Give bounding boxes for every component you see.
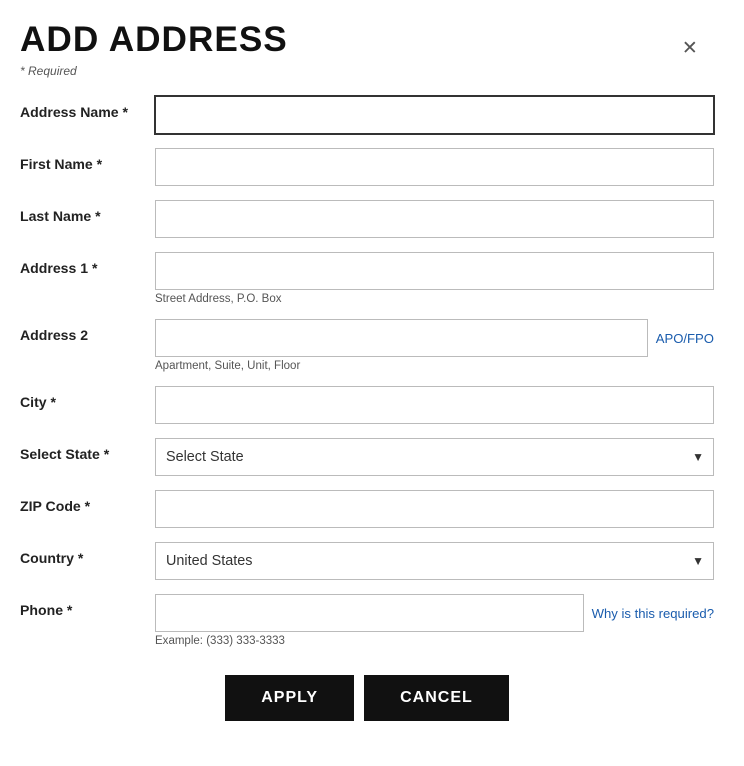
phone-label: Phone * [20,594,155,618]
cancel-button[interactable]: CANCEL [364,675,509,721]
phone-row: Phone * Why is this required? Example: (… [20,594,714,647]
state-field-wrap: Select State Alabama Alaska Arizona Cali… [155,438,714,476]
state-label: Select State * [20,438,155,462]
address2-row: Address 2 APO/FPO Apartment, Suite, Unit… [20,319,714,372]
last-name-field-wrap [155,200,714,238]
phone-input-row: Why is this required? [155,594,714,632]
last-name-row: Last Name * [20,200,714,238]
apo-fpo-link[interactable]: APO/FPO [656,331,714,346]
button-row: APPLY CANCEL [20,675,714,721]
phone-field-wrap: Why is this required? Example: (333) 333… [155,594,714,647]
page-title: ADD ADDRESS [20,20,714,60]
phone-hint: Example: (333) 333-3333 [155,635,714,647]
address2-field-wrap: APO/FPO Apartment, Suite, Unit, Floor [155,319,714,372]
close-icon[interactable]: ✕ [682,36,698,60]
address1-hint: Street Address, P.O. Box [155,293,714,305]
address1-row: Address 1 * Street Address, P.O. Box [20,252,714,305]
country-select[interactable]: United States Canada Mexico [155,542,714,580]
state-select-wrapper: Select State Alabama Alaska Arizona Cali… [155,438,714,476]
state-row: Select State * Select State Alabama Alas… [20,438,714,476]
required-note: * Required [20,64,714,78]
apply-button[interactable]: APPLY [225,675,354,721]
country-row: Country * United States Canada Mexico ▼ [20,542,714,580]
first-name-input[interactable] [155,148,714,186]
last-name-input[interactable] [155,200,714,238]
city-label: City * [20,386,155,410]
zip-label: ZIP Code * [20,490,155,514]
last-name-label: Last Name * [20,200,155,224]
address2-label: Address 2 [20,319,155,343]
zip-row: ZIP Code * [20,490,714,528]
country-select-wrapper: United States Canada Mexico ▼ [155,542,714,580]
address-name-row: Address Name * [20,96,714,134]
address-name-label: Address Name * [20,96,155,120]
why-required-link[interactable]: Why is this required? [592,606,714,621]
country-field-wrap: United States Canada Mexico ▼ [155,542,714,580]
state-select[interactable]: Select State Alabama Alaska Arizona Cali… [155,438,714,476]
zip-input[interactable] [155,490,714,528]
first-name-field-wrap [155,148,714,186]
address2-input-row: APO/FPO [155,319,714,357]
address1-field-wrap: Street Address, P.O. Box [155,252,714,305]
city-row: City * [20,386,714,424]
address1-label: Address 1 * [20,252,155,276]
address2-hint: Apartment, Suite, Unit, Floor [155,360,714,372]
country-label: Country * [20,542,155,566]
address-name-field-wrap [155,96,714,134]
city-input[interactable] [155,386,714,424]
address-name-input[interactable] [155,96,714,134]
phone-input[interactable] [155,594,584,632]
address2-input[interactable] [155,319,648,357]
city-field-wrap [155,386,714,424]
first-name-row: First Name * [20,148,714,186]
zip-field-wrap [155,490,714,528]
address1-input[interactable] [155,252,714,290]
first-name-label: First Name * [20,148,155,172]
